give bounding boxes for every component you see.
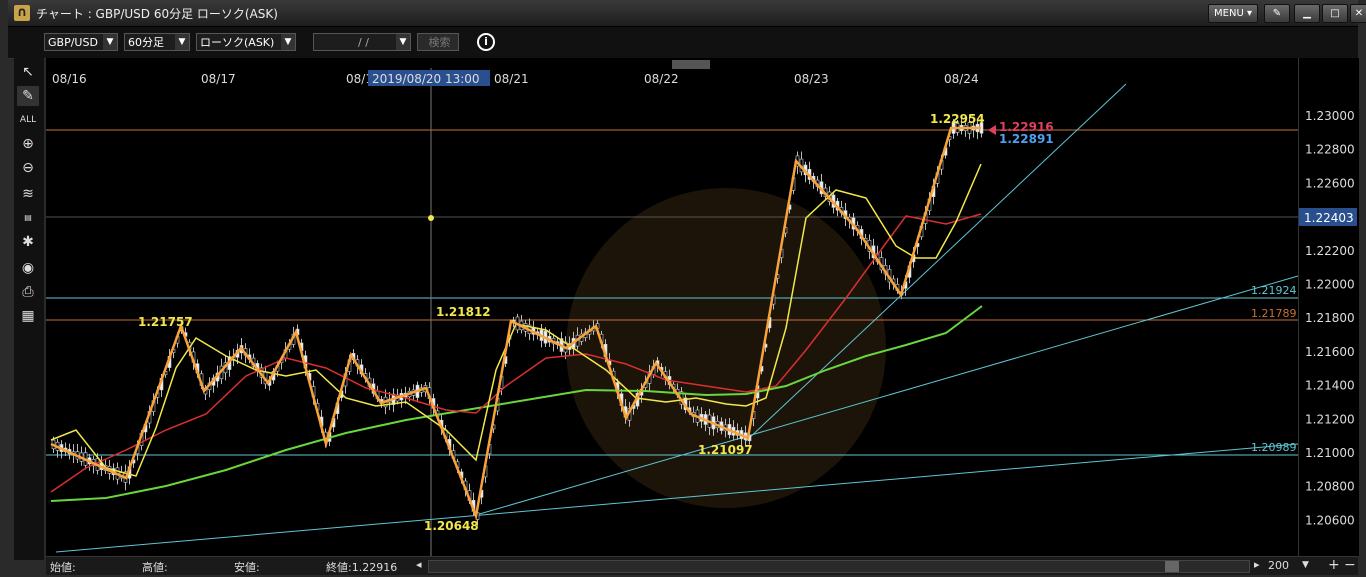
date-label: 08/21 bbox=[494, 72, 529, 86]
line-label-2: 1.21789 bbox=[1251, 307, 1297, 320]
price-tick-label: 1.21800 bbox=[1305, 311, 1355, 325]
info-icon[interactable]: i bbox=[477, 33, 495, 51]
price-tick-label: 1.21200 bbox=[1305, 412, 1355, 426]
timeframe-select[interactable]: 60分足 ▼ bbox=[124, 33, 190, 51]
pin-icon[interactable]: ✎ bbox=[1264, 4, 1290, 23]
close-label: 終値:1.22916 bbox=[326, 561, 398, 574]
zoom-out-icon[interactable]: ⊖ bbox=[17, 158, 39, 178]
date-input[interactable]: / / ▼ bbox=[313, 33, 411, 51]
date-label: 08/16 bbox=[52, 72, 87, 86]
price-tick-label: 1.22000 bbox=[1305, 278, 1355, 292]
chart-type-select[interactable]: ローソク(ASK) ▼ bbox=[196, 33, 296, 51]
price-tick-label: 1.22200 bbox=[1305, 244, 1355, 258]
bar-count[interactable]: 200 bbox=[1268, 559, 1289, 572]
chart-scrollbar[interactable] bbox=[428, 560, 1250, 573]
bid-marker bbox=[988, 125, 996, 135]
scroll-left-icon[interactable]: ◂ bbox=[416, 558, 422, 571]
search-button[interactable]: 検索 bbox=[417, 33, 459, 51]
chevron-down-icon: ▼ bbox=[281, 34, 295, 50]
current-price-label: 1.22403 bbox=[1304, 211, 1354, 225]
annotation-2: 1.21812 bbox=[436, 305, 491, 319]
chevron-down-icon[interactable]: ▼ bbox=[1302, 560, 1309, 570]
price-chart[interactable]: 1.21757 1.21812 1.20648 1.21097 1.22954 … bbox=[46, 58, 1299, 556]
grid-settings-icon[interactable]: ▦ bbox=[17, 306, 39, 326]
print-icon[interactable]: ⎙ bbox=[17, 282, 39, 302]
menu-button[interactable]: MENU ▾ bbox=[1208, 4, 1258, 23]
price-tick-label: 1.21400 bbox=[1305, 379, 1355, 393]
ask-price: 1.22891 bbox=[999, 132, 1054, 146]
collapse-handle[interactable] bbox=[672, 60, 710, 69]
price-tick-label: 1.20600 bbox=[1305, 513, 1355, 527]
window-title: チャート : GBP/USD 60分足 ローソク(ASK) bbox=[36, 7, 278, 21]
annotation-1: 1.21757 bbox=[138, 315, 193, 329]
scrollbar-thumb[interactable] bbox=[1165, 561, 1179, 572]
chevron-down-icon: ▼ bbox=[396, 34, 410, 50]
date-label: 08/22 bbox=[644, 72, 679, 86]
line-label-3: 1.20989 bbox=[1251, 441, 1297, 454]
status-bar: 始値: 高値: 安値: 終値:1.22916 ◂ ▸ 200 ▼ + − bbox=[46, 556, 1358, 575]
eye-icon[interactable]: ◉ bbox=[17, 258, 39, 278]
title-bar: ∩ チャート : GBP/USD 60分足 ローソク(ASK) MENU ▾ ✎… bbox=[8, 0, 1366, 27]
currency-pair-select[interactable]: GBP/USD ▼ bbox=[44, 33, 118, 51]
annotation-4: 1.21097 bbox=[698, 443, 753, 457]
chart-toolbar: GBP/USD ▼ 60分足 ▼ ローソク(ASK) ▼ / / ▼ 検索 i bbox=[8, 27, 1358, 59]
open-label: 始値: bbox=[50, 561, 76, 574]
scroll-right-icon[interactable]: ▸ bbox=[1254, 558, 1260, 571]
cursor-icon[interactable]: ↖ bbox=[17, 62, 39, 82]
pencil-icon[interactable]: ✎ bbox=[17, 86, 39, 106]
app-logo-icon: ∩ bbox=[14, 5, 30, 21]
date-label: 08/17 bbox=[201, 72, 236, 86]
price-tick-label: 1.22800 bbox=[1305, 143, 1355, 157]
annotation-5: 1.22954 bbox=[930, 112, 985, 126]
close-icon[interactable]: ✕ bbox=[1350, 4, 1366, 23]
zoom-in-icon[interactable]: ⊕ bbox=[17, 134, 39, 154]
zoom-minus-icon[interactable]: − bbox=[1344, 557, 1356, 573]
price-board-icon[interactable]: ▤ bbox=[17, 208, 39, 228]
symbols-icon[interactable]: ✱ bbox=[17, 232, 39, 252]
price-tick-label: 1.21000 bbox=[1305, 446, 1355, 460]
price-tick-label: 1.21600 bbox=[1305, 345, 1355, 359]
price-tick-label: 1.23000 bbox=[1305, 109, 1355, 123]
annotation-3: 1.20648 bbox=[424, 519, 479, 533]
indicator-icon[interactable]: ≋ bbox=[17, 184, 39, 204]
price-tick-label: 1.22600 bbox=[1305, 176, 1355, 190]
watermark-logo bbox=[566, 188, 886, 508]
chevron-down-icon: ▼ bbox=[175, 34, 189, 50]
erase-all-icon[interactable]: ALL bbox=[17, 110, 39, 130]
high-label: 高値: bbox=[142, 561, 168, 574]
crosshair-point bbox=[428, 215, 434, 221]
drawing-tools-panel: ↖ ✎ ALL ⊕ ⊖ ≋ ▤ ✱ ◉ ⎙ ▦ bbox=[14, 58, 44, 560]
price-tick-label: 1.20800 bbox=[1305, 480, 1355, 494]
maximize-icon[interactable]: □ bbox=[1322, 4, 1348, 23]
date-label: 08/23 bbox=[794, 72, 829, 86]
date-label: 08/24 bbox=[944, 72, 979, 86]
chevron-down-icon: ▼ bbox=[103, 34, 117, 50]
price-axis: 1.230001.228001.226001.224001.222001.220… bbox=[1291, 58, 1359, 556]
low-label: 安値: bbox=[234, 561, 260, 574]
line-label-1: 1.21924 bbox=[1251, 284, 1297, 297]
zoom-plus-icon[interactable]: + bbox=[1328, 557, 1340, 573]
minimize-icon[interactable]: ▁ bbox=[1294, 4, 1320, 23]
crosshair-date: 2019/08/20 13:00 bbox=[372, 72, 480, 86]
